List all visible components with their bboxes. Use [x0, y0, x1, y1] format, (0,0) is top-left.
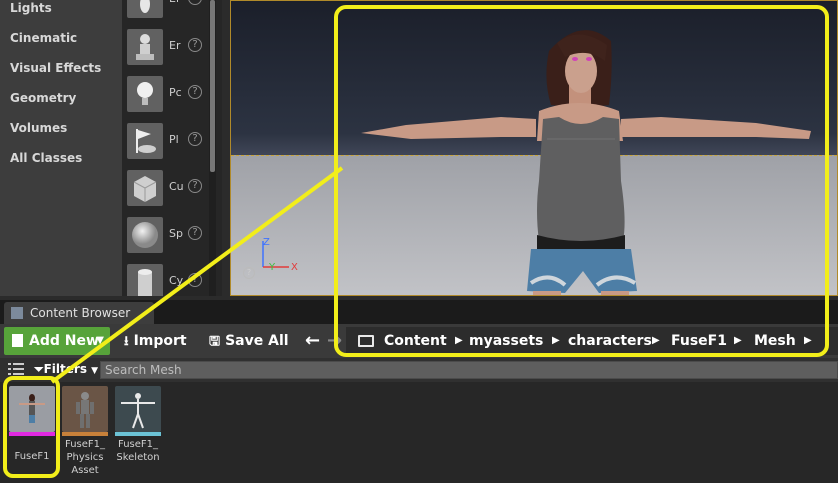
character-model[interactable] — [351, 21, 821, 296]
help-icon[interactable]: ? — [188, 0, 202, 5]
place-categories-panel: Lights Cinematic Visual Effects Geometry… — [0, 0, 122, 296]
place-item[interactable]: Cy ? — [122, 259, 210, 296]
tab-content-browser[interactable]: Content Browser — [4, 302, 154, 324]
lightbulb-icon — [127, 76, 163, 112]
asset-tile-fusef1[interactable]: FuseF1 — [7, 386, 57, 463]
place-item-label: Cy — [169, 274, 183, 287]
physics-asset-thumbnail — [62, 386, 108, 432]
place-item[interactable]: Er ? — [122, 24, 210, 70]
help-icon[interactable]: ? — [188, 38, 202, 52]
axis-z-label: Z — [263, 237, 270, 248]
help-icon[interactable]: ? — [188, 226, 202, 240]
axis-y-label: Y — [268, 262, 276, 273]
filter-icon: ⏷ — [34, 362, 44, 376]
import-icon: ⭳ — [124, 334, 129, 349]
content-browser-tabbar: Content Browser — [0, 300, 838, 324]
category-all-classes[interactable]: All Classes — [10, 143, 101, 173]
place-items-list: Er ? Er ? Pc ? Pl ? Cu ? Sp — [122, 0, 222, 296]
place-item[interactable]: Sp ? — [122, 212, 210, 258]
folder-icon — [358, 335, 374, 347]
place-item[interactable]: Er ? — [122, 0, 210, 23]
chevron-right-icon[interactable]: ▶ — [652, 327, 660, 355]
content-browser-filterbar: ⏷Filters ▼ — [0, 358, 838, 382]
filters-label: Filters — [43, 362, 87, 376]
place-item[interactable]: Cu ? — [122, 165, 210, 211]
asset-name: FuseF1 — [14, 451, 50, 462]
save-all-label: Save All — [225, 333, 289, 349]
place-item[interactable]: Pc ? — [122, 71, 210, 117]
place-item-label: Er — [169, 39, 181, 52]
help-icon[interactable]: ? — [188, 273, 202, 287]
place-item-label: Pc — [169, 86, 182, 99]
import-label: Import — [133, 333, 187, 349]
sphere-icon — [127, 217, 163, 253]
chevron-right-icon[interactable]: ▶ — [734, 327, 742, 355]
scrollbar-thumb[interactable] — [210, 0, 215, 172]
chevron-down-icon: ▼ — [91, 366, 99, 376]
place-item-label: Er — [169, 0, 183, 5]
breadcrumb: Content ▶ myassets ▶ characters ▶ FuseF1… — [346, 327, 838, 355]
mannequin-icon — [127, 0, 163, 18]
place-list-scrollbar[interactable] — [209, 0, 216, 296]
chevron-right-icon[interactable]: ▶ — [804, 327, 812, 355]
filters-button[interactable]: ⏷Filters ▼ — [34, 362, 98, 377]
asset-grid: FuseF1 FuseF1_ Physics Asset FuseF1_ Ske… — [0, 382, 838, 483]
view-options-icon[interactable]: ? — [243, 267, 255, 279]
save-all-button[interactable]: 🖫 Save All — [209, 327, 289, 355]
cube-icon — [127, 170, 163, 206]
asset-name: FuseF1_ Skeleton — [116, 439, 160, 463]
breadcrumb-mesh[interactable]: Mesh — [754, 327, 796, 355]
asset-type-bar — [115, 432, 161, 436]
skeleton-thumbnail — [115, 386, 161, 432]
add-new-button[interactable]: Add New ▼ — [4, 327, 110, 355]
axis-gizmo: Z Y X — [262, 237, 298, 273]
category-lights[interactable]: Lights — [10, 0, 101, 23]
place-item[interactable]: Pl ? — [122, 118, 210, 164]
back-arrow-icon[interactable]: ← — [305, 327, 320, 355]
asset-type-bar — [62, 432, 108, 436]
search-input[interactable] — [100, 361, 838, 379]
axis-x-label: X — [291, 262, 298, 273]
pawn-icon — [127, 29, 163, 65]
category-volumes[interactable]: Volumes — [10, 113, 101, 143]
category-geometry[interactable]: Geometry — [10, 83, 101, 113]
level-viewport[interactable]: Z Y X ? — [230, 0, 838, 296]
chevron-down-icon: ▼ — [96, 335, 104, 346]
category-visual-effects[interactable]: Visual Effects — [10, 53, 101, 83]
asset-tile-fusef1-physics-asset[interactable]: FuseF1_ Physics Asset — [60, 386, 110, 477]
cylinder-icon — [127, 264, 163, 296]
help-icon[interactable]: ? — [188, 85, 202, 99]
skeletal-mesh-thumbnail — [9, 386, 55, 432]
place-item-label: Pl — [169, 133, 179, 146]
content-browser-toolbar: Add New ▼ ⭳ Import 🖫 Save All ← → Content … — [0, 324, 838, 358]
save-icon: 🖫 — [209, 334, 221, 349]
player-start-icon — [127, 123, 163, 159]
breadcrumb-content[interactable]: Content — [384, 327, 447, 355]
content-browser-icon — [11, 307, 23, 319]
chevron-right-icon[interactable]: ▶ — [455, 327, 463, 355]
place-item-label: Cu — [169, 180, 183, 193]
place-item-label: Sp — [169, 227, 183, 240]
list-view-icon[interactable] — [8, 363, 24, 375]
asset-tile-fusef1-skeleton[interactable]: FuseF1_ Skeleton — [113, 386, 163, 464]
help-icon[interactable]: ? — [188, 132, 202, 146]
category-cinematic[interactable]: Cinematic — [10, 23, 101, 53]
add-new-label: Add New — [29, 333, 99, 349]
new-document-icon — [12, 334, 23, 347]
import-button[interactable]: ⭳ Import — [124, 327, 187, 355]
forward-arrow-icon[interactable]: → — [327, 327, 342, 355]
chevron-right-icon[interactable]: ▶ — [552, 327, 560, 355]
breadcrumb-characters[interactable]: characters — [568, 327, 652, 355]
asset-type-bar — [9, 432, 55, 436]
help-icon[interactable]: ? — [188, 179, 202, 193]
asset-name: FuseF1_ Physics Asset — [64, 439, 106, 476]
tab-label: Content Browser — [30, 306, 131, 320]
breadcrumb-myassets[interactable]: myassets — [469, 327, 543, 355]
breadcrumb-fusef1[interactable]: FuseF1 — [671, 327, 727, 355]
